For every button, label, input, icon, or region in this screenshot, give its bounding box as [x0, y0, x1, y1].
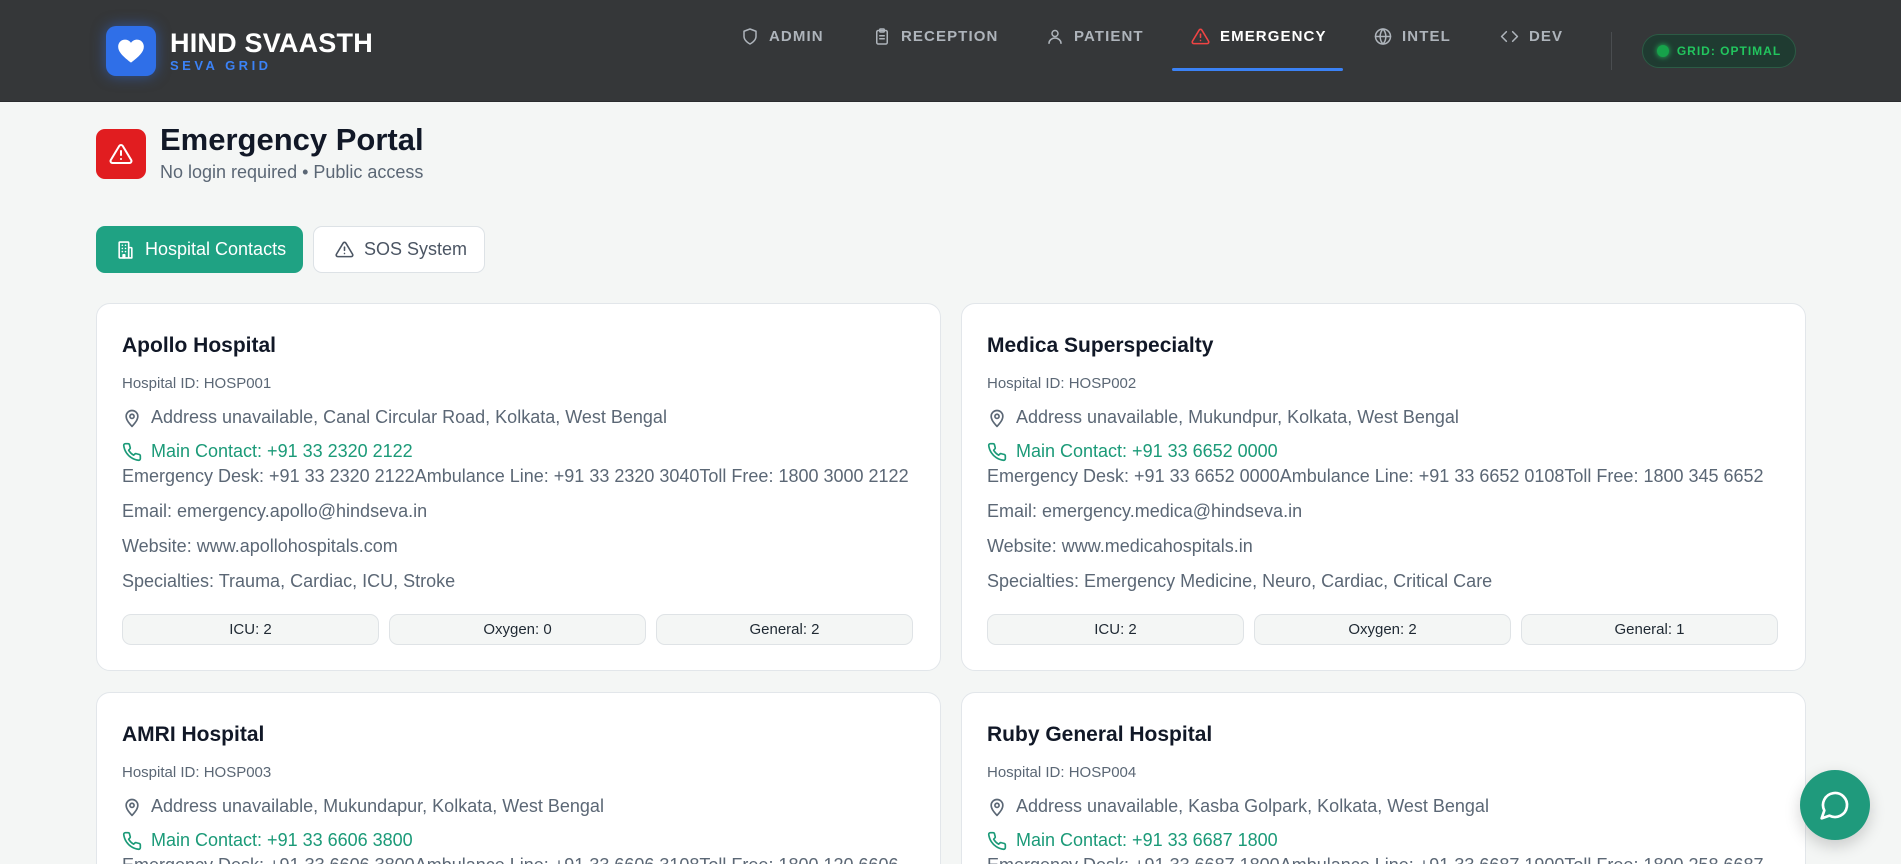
hospital-id: Hospital ID: HOSP002: [987, 375, 1137, 392]
tab-hospital-contacts[interactable]: Hospital Contacts: [96, 226, 303, 273]
emergency-numbers: Emergency Desk: +91 33 6687 1800Ambulanc…: [987, 855, 1764, 864]
phone-icon: [122, 442, 142, 461]
map-pin-icon: [990, 409, 1004, 427]
nav-label: INTEL: [1402, 27, 1451, 45]
emergency-numbers: Emergency Desk: +91 33 6652 0000Ambulanc…: [987, 466, 1764, 486]
nav-item-admin[interactable]: ADMIN: [741, 0, 824, 72]
alert-triangle-icon: [96, 129, 146, 179]
bed-pill-icu: ICU: 2: [987, 614, 1244, 645]
bed-pill-icu: ICU: 2: [122, 614, 379, 645]
nav-item-patient[interactable]: PATIENT: [1046, 0, 1144, 72]
nav-item-emergency[interactable]: EMERGENCY: [1191, 0, 1327, 72]
page-subtitle: No login required • Public access: [160, 162, 424, 182]
brand[interactable]: HIND SVAASTH SEVA GRID: [106, 26, 373, 76]
nav-item-dev[interactable]: DEV: [1500, 0, 1563, 72]
hospital-specialties: Specialties: Trauma, Cardiac, ICU, Strok…: [122, 571, 456, 591]
alert-triangle-icon: [1191, 28, 1210, 44]
hospital-card: Medica Superspecialty Hospital ID: HOSP0…: [961, 303, 1806, 671]
chat-button[interactable]: [1800, 770, 1870, 840]
hospital-address: Address unavailable, Mukundapur, Kolkata…: [122, 796, 604, 817]
hospital-name: Medica Superspecialty: [987, 334, 1214, 357]
page-title: Emergency Portal: [160, 122, 424, 157]
bed-pill-general: General: 1: [1521, 614, 1778, 645]
nav-label: RECEPTION: [901, 27, 999, 45]
bed-pill-oxygen: Oxygen: 0: [389, 614, 646, 645]
brand-title: HIND SVAASTH: [170, 28, 373, 58]
hospital-id: Hospital ID: HOSP004: [987, 764, 1137, 781]
top-navbar: HIND SVAASTH SEVA GRID ADMIN RECEPTION P…: [0, 0, 1901, 102]
hospital-card: Apollo Hospital Hospital ID: HOSP001 Add…: [96, 303, 941, 671]
phone-icon: [987, 442, 1007, 461]
hospital-card: Ruby General Hospital Hospital ID: HOSP0…: [961, 692, 1806, 864]
map-pin-icon: [990, 798, 1004, 816]
hospital-email: Email: emergency.apollo@hindseva.in: [122, 501, 428, 521]
bed-pill-general: General: 2: [656, 614, 913, 645]
status-dot-icon: [1656, 45, 1669, 57]
shield-icon: [743, 27, 757, 45]
hospital-card: AMRI Hospital Hospital ID: HOSP003 Addre…: [96, 692, 941, 864]
user-icon: [1048, 29, 1062, 44]
hospital-email: Email: emergency.medica@hindseva.in: [987, 501, 1303, 521]
nav-label: ADMIN: [769, 27, 824, 45]
phone-icon: [987, 831, 1007, 850]
building-icon: [118, 240, 133, 259]
alert-triangle-icon: [335, 241, 354, 258]
active-nav-indicator: [1172, 68, 1343, 71]
hospital-name: AMRI Hospital: [122, 723, 265, 746]
hospital-name: Apollo Hospital: [122, 334, 276, 357]
nav-label: DEV: [1529, 27, 1564, 45]
hospital-id: Hospital ID: HOSP001: [122, 375, 272, 392]
main-contact-link[interactable]: Main Contact: +91 33 6606 3800: [122, 830, 413, 851]
heart-icon: [106, 26, 156, 76]
hospital-address: Address unavailable, Mukundpur, Kolkata,…: [987, 407, 1459, 428]
emergency-numbers: Emergency Desk: +91 33 2320 2122Ambulanc…: [122, 466, 909, 486]
hospital-address: Address unavailable, Kasba Golpark, Kolk…: [987, 796, 1489, 817]
tab-label: SOS System: [364, 239, 468, 259]
brand-subtitle: SEVA GRID: [170, 58, 272, 73]
nav-item-reception[interactable]: RECEPTION: [873, 0, 998, 72]
nav-item-intel[interactable]: INTEL: [1374, 0, 1451, 72]
emergency-numbers: Emergency Desk: +91 33 6606 3800Ambulanc…: [122, 855, 899, 864]
bed-availability: ICU: 2 Oxygen: 2 General: 1: [987, 614, 1778, 645]
bed-availability: ICU: 2 Oxygen: 0 General: 2: [122, 614, 913, 645]
tab-sos-system[interactable]: SOS System: [313, 226, 485, 273]
grid-status-badge: GRID: OPTIMAL: [1642, 34, 1796, 68]
globe-icon: [1374, 27, 1392, 45]
main-contact-link[interactable]: Main Contact: +91 33 2320 2122: [122, 441, 413, 462]
nav-label: PATIENT: [1074, 27, 1144, 45]
hospital-name: Ruby General Hospital: [987, 723, 1213, 746]
hospital-specialties: Specialties: Emergency Medicine, Neuro, …: [987, 571, 1493, 591]
bed-pill-oxygen: Oxygen: 2: [1254, 614, 1511, 645]
hospital-address: Address unavailable, Canal Circular Road…: [122, 407, 667, 428]
clipboard-icon: [876, 27, 888, 45]
hospital-website: Website: www.medicahospitals.in: [987, 536, 1253, 556]
map-pin-icon: [125, 409, 139, 427]
hospital-website: Website: www.apollohospitals.com: [122, 536, 398, 556]
grid-status-label: GRID: OPTIMAL: [1676, 44, 1782, 58]
nav-divider: [1611, 32, 1612, 70]
map-pin-icon: [125, 798, 139, 816]
code-icon: [1500, 30, 1519, 42]
hospital-id: Hospital ID: HOSP003: [122, 764, 272, 781]
tab-label: Hospital Contacts: [145, 239, 287, 259]
main-contact-link[interactable]: Main Contact: +91 33 6652 0000: [987, 441, 1278, 462]
nav-label: EMERGENCY: [1220, 27, 1327, 45]
chat-bubble-icon: [1820, 791, 1849, 820]
phone-icon: [122, 831, 142, 850]
main-contact-link[interactable]: Main Contact: +91 33 6687 1800: [987, 830, 1278, 851]
